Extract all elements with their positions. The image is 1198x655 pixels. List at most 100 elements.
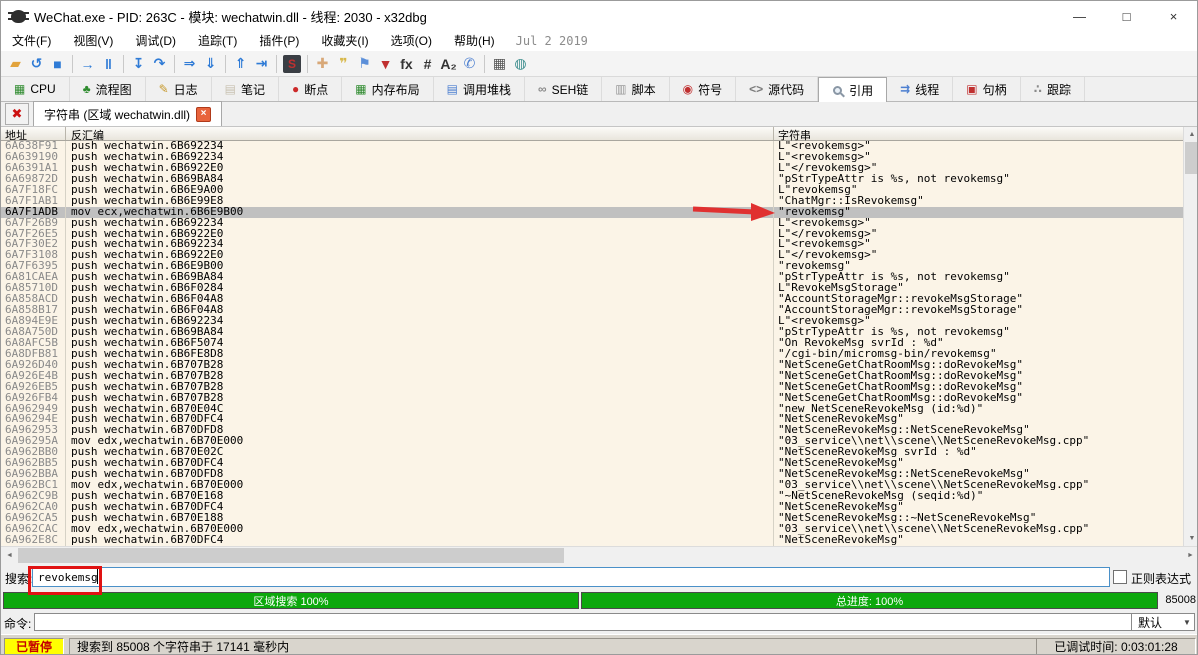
calculator-icon[interactable]: ▦	[489, 54, 510, 74]
tab-notes[interactable]: ▤ 笔记	[212, 77, 280, 101]
menu-item[interactable]: 帮助(H)	[443, 31, 506, 51]
tab-handles[interactable]: ▣ 句柄	[953, 77, 1021, 101]
menu-item[interactable]: 文件(F)	[1, 31, 62, 51]
table-row[interactable]: 6A81CAEA push wechatwin.6B69BA84 "pStrType…	[1, 272, 1183, 284]
tab-memory-map[interactable]: ▦ 内存布局	[342, 77, 434, 101]
table-row[interactable]: 6A8DFB81 push wechatwin.6B6FE8D8 "/cgi-bin…	[1, 348, 1183, 360]
column-header-disassembly[interactable]: 反汇编	[66, 127, 773, 142]
tab-source[interactable]: <> 源代码	[736, 77, 819, 101]
tab-script[interactable]: ▥ 脚本	[602, 77, 670, 101]
table-row[interactable]: 6A96295A mov edx,wechatwin.6B70E000 "03_se…	[1, 436, 1183, 448]
table-row[interactable]: 6A962BB5 push wechatwin.6B70DFC4 "NetScene…	[1, 458, 1183, 470]
tab-symbols[interactable]: ◉ 符号	[670, 77, 737, 101]
run-icon[interactable]: →	[77, 54, 98, 74]
scroll-down-arrow-icon[interactable]: ▼	[1184, 531, 1197, 546]
scroll-up-arrow-icon[interactable]: ▲	[1184, 127, 1197, 142]
table-row[interactable]: 6A926FB4 push wechatwin.6B707B28 "NetScene…	[1, 392, 1183, 404]
vertical-scrollbar-thumb[interactable]	[1185, 142, 1197, 174]
hash-icon[interactable]: #	[417, 54, 438, 74]
table-row[interactable]: 6A962E8C push wechatwin.6B70DFC4 "NetScene…	[1, 534, 1183, 546]
table-row[interactable]: 6A69872D push wechatwin.6B69BA84 "pStrType…	[1, 173, 1183, 185]
scroll-left-arrow-icon[interactable]: ◄	[1, 548, 18, 563]
step-over-icon[interactable]: ↷	[149, 54, 170, 74]
execute-till-return-icon[interactable]: ⇓	[200, 54, 221, 74]
command-input[interactable]	[34, 613, 1133, 631]
report-icon[interactable]: ✆	[459, 54, 480, 74]
table-row[interactable]: 6A96294E push wechatwin.6B70DFC4 "NetScene…	[1, 414, 1183, 426]
tab-references[interactable]: 引用	[818, 77, 888, 103]
table-row[interactable]: 6A8A750D push wechatwin.6B69BA84 "pStrType…	[1, 326, 1183, 338]
stop-icon[interactable]: ■	[47, 54, 68, 74]
strings-icon[interactable]: A₂	[438, 54, 459, 74]
menu-item[interactable]: 选项(O)	[380, 31, 443, 51]
table-row[interactable]: 6A962CA5 push wechatwin.6B70E188 "NetScene…	[1, 512, 1183, 524]
bookmark-icon[interactable]: ▼	[375, 54, 396, 74]
run-to-icon[interactable]: ⇒	[179, 54, 200, 74]
table-row[interactable]: 6A962CA0 push wechatwin.6B70DFC4 "NetScene…	[1, 501, 1183, 513]
table-row[interactable]: 6A962CAC mov edx,wechatwin.6B70E000 "03_se…	[1, 523, 1183, 535]
close-button[interactable]: ×	[1150, 1, 1197, 31]
table-row[interactable]: 6A858ACD push wechatwin.6B6F04A8 "AccountS…	[1, 294, 1183, 306]
tab-graph[interactable]: ♣ 流程图	[70, 77, 146, 101]
table-row[interactable]: 6A7F30E2 push wechatwin.6B692234 L"<revoke…	[1, 239, 1183, 251]
command-profile-dropdown[interactable]: 默认 ▼	[1131, 613, 1195, 631]
table-row[interactable]: 6A926E4B push wechatwin.6B707B28 "NetScene…	[1, 370, 1183, 382]
step-out-icon[interactable]: ⇑	[230, 54, 251, 74]
pause-icon[interactable]: ‖	[98, 54, 119, 74]
menu-item[interactable]: 插件(P)	[248, 31, 310, 51]
column-header-address[interactable]: 地址	[1, 127, 66, 142]
close-icon[interactable]: ×	[196, 106, 212, 122]
globe-icon[interactable]: ◍	[510, 54, 531, 74]
tab-log[interactable]: ✎ 日志	[146, 77, 212, 101]
tab-call-stack[interactable]: ▤ 调用堆栈	[434, 77, 525, 101]
tab-trace[interactable]: ∴ 跟踪	[1021, 77, 1085, 101]
seh-chain-icon[interactable]: S	[283, 54, 301, 73]
tab-breakpoints[interactable]: ● 断点	[279, 77, 343, 101]
table-row[interactable]: 6A926EB5 push wechatwin.6B707B28 "NetScene…	[1, 381, 1183, 393]
table-row[interactable]: 6A85710D push wechatwin.6B6F0284 L"RevokeM…	[1, 283, 1183, 295]
menu-item[interactable]: 调试(D)	[124, 31, 187, 51]
regex-checkbox[interactable]	[1113, 570, 1127, 584]
restart-icon[interactable]: ↺	[26, 54, 47, 74]
menu-item[interactable]: 追踪(T)	[187, 31, 248, 51]
function-icon[interactable]: fx	[396, 54, 417, 74]
table-row[interactable]: 6A7F1AB1 push wechatwin.6B6E99E8 "ChatMgr:…	[1, 195, 1183, 207]
search-input[interactable]	[32, 567, 1110, 587]
table-row[interactable]: 6A894E9E push wechatwin.6B692234 L"<revoke…	[1, 316, 1183, 327]
tab-strings-wechatwin[interactable]: 字符串 (区域 wechatwin.dll) ×	[33, 101, 223, 126]
column-header-string[interactable]: 字符串	[773, 127, 1183, 142]
table-row[interactable]: 6A7F26B9 push wechatwin.6B692234 L"<revoke…	[1, 217, 1183, 229]
table-row[interactable]: 6A962BBA push wechatwin.6B70DFD8 "NetScene…	[1, 469, 1183, 481]
run-to-user-code-icon[interactable]: ⇥	[251, 54, 272, 74]
vertical-scrollbar[interactable]: ▲ ▼	[1183, 127, 1197, 546]
horizontal-scrollbar-thumb[interactable]	[18, 548, 564, 563]
table-row[interactable]: 6A638F91 push wechatwin.6B692234 L"<revoke…	[1, 141, 1183, 152]
table-row[interactable]: 6A858B17 push wechatwin.6B6F04A8 "AccountS…	[1, 305, 1183, 316]
close-all-references-button[interactable]: ✖	[5, 103, 29, 125]
tab-seh[interactable]: ∞ SEH链	[525, 77, 603, 101]
table-row[interactable]: 6A962BB0 push wechatwin.6B70E02C "NetScene…	[1, 447, 1183, 459]
scroll-right-arrow-icon[interactable]: ►	[1182, 548, 1197, 563]
maximize-button[interactable]: □	[1103, 1, 1150, 31]
table-row[interactable]: 6A962953 push wechatwin.6B70DFD8 "NetScene…	[1, 425, 1183, 437]
table-row[interactable]: 6A7F18FC push wechatwin.6B6E9A00 L"revokem…	[1, 184, 1183, 196]
tab-cpu[interactable]: ▦ CPU	[1, 77, 70, 101]
minimize-button[interactable]: —	[1056, 1, 1103, 31]
table-row[interactable]: 6A7F6395 push wechatwin.6B6E9B00 "revokems…	[1, 261, 1183, 273]
tab-threads[interactable]: ⇉ 线程	[887, 77, 954, 101]
comment-icon[interactable]: ❞	[333, 54, 354, 74]
table-row[interactable]: 6A639190 push wechatwin.6B692234 L"<revoke…	[1, 151, 1183, 163]
table-row[interactable]: 6A7F1ADB mov ecx,wechatwin.6B6E9B00 "revok…	[1, 206, 1183, 218]
horizontal-scrollbar[interactable]: ◄ ►	[1, 546, 1197, 563]
label-icon[interactable]: ⚑	[354, 54, 375, 74]
table-row[interactable]: 6A962BC1 mov edx,wechatwin.6B70E000 "03_se…	[1, 480, 1183, 491]
table-row[interactable]: 6A962949 push wechatwin.6B70E04C "new NetS…	[1, 403, 1183, 415]
patch-icon[interactable]: ✚	[312, 54, 333, 74]
table-row[interactable]: 6A6391A1 push wechatwin.6B6922E0 L"</revok…	[1, 162, 1183, 174]
menu-item[interactable]: 收藏夹(I)	[310, 31, 379, 51]
open-file-icon[interactable]: ▰	[5, 54, 26, 74]
table-row[interactable]: 6A7F3108 push wechatwin.6B6922E0 L"</revok…	[1, 250, 1183, 262]
table-row[interactable]: 6A7F26E5 push wechatwin.6B6922E0 L"</revok…	[1, 228, 1183, 240]
table-row[interactable]: 6A926D40 push wechatwin.6B707B28 "NetScene…	[1, 359, 1183, 371]
table-row[interactable]: 6A962C9B push wechatwin.6B70E168 "~NetScen…	[1, 491, 1183, 502]
